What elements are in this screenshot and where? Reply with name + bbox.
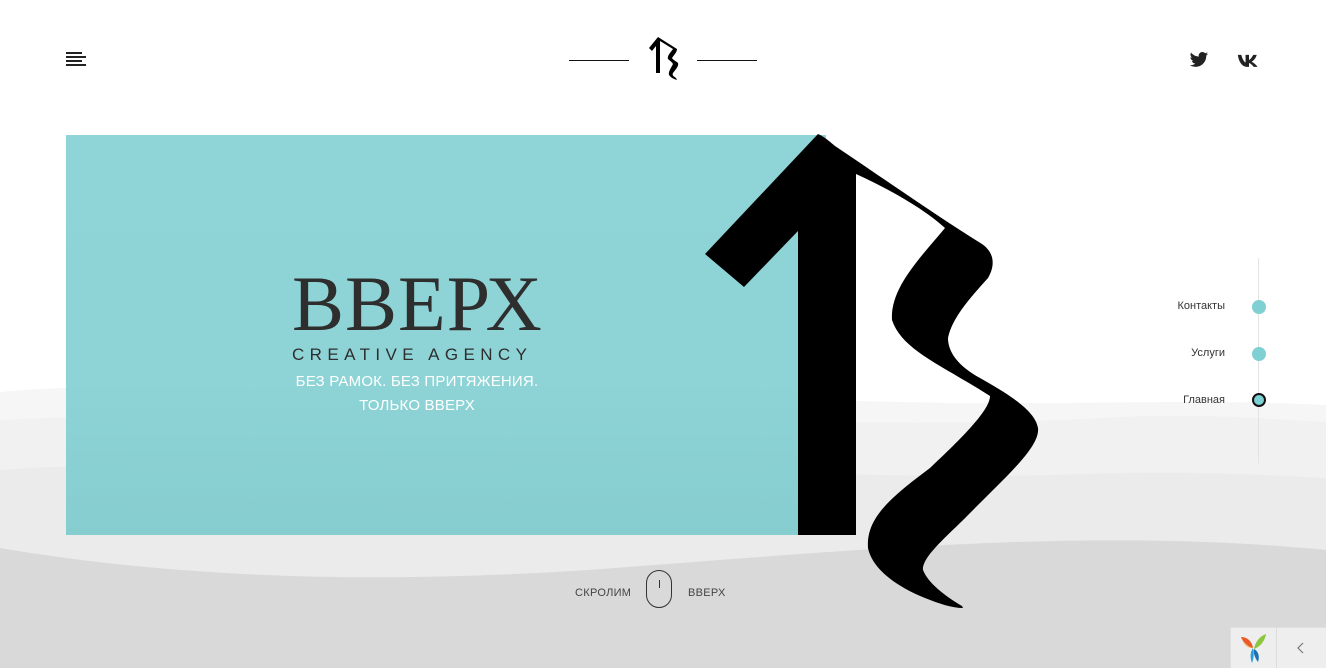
scroll-mouse-icon[interactable] (646, 570, 672, 608)
side-nav-label-contacts[interactable]: Контакты (1130, 300, 1225, 312)
hero-tagline: БЕЗ РАМОК. БЕЗ ПРИТЯЖЕНИЯ. ТОЛЬКО ВВЕРХ (282, 370, 552, 418)
chevron-left-icon[interactable] (1292, 638, 1308, 658)
scroll-hint-left-label: СКРОЛИМ (575, 587, 632, 599)
side-nav-dot-contacts[interactable] (1252, 300, 1266, 314)
scroll-hint-right-label: ВВЕРХ (688, 587, 726, 599)
hamburger-menu-icon[interactable] (66, 52, 88, 68)
hero-tagline-line2: ТОЛЬКО ВВЕРХ (359, 397, 475, 414)
vk-icon[interactable] (1237, 50, 1261, 70)
large-logo-mark-icon (705, 134, 1039, 608)
side-nav-label-home[interactable]: Главная (1130, 394, 1225, 406)
hero-tagline-line1: БЕЗ РАМОК. БЕЗ ПРИТЯЖЕНИЯ. (295, 373, 539, 390)
yii-logo-icon[interactable] (1238, 631, 1270, 665)
side-nav-dot-services[interactable] (1252, 347, 1266, 361)
twitter-icon[interactable] (1189, 50, 1209, 70)
hero-title: ВВЕРХ (292, 260, 543, 347)
side-nav-label-services[interactable]: Услуги (1130, 347, 1225, 359)
side-nav-dot-home[interactable] (1252, 393, 1266, 407)
hero-subtitle: CREATIVE AGENCY (292, 345, 533, 364)
logo-line-right (697, 60, 757, 61)
agency-logo-icon[interactable] (646, 35, 682, 81)
logo-line-left (569, 60, 629, 61)
debug-toolbar-divider (1276, 627, 1277, 668)
